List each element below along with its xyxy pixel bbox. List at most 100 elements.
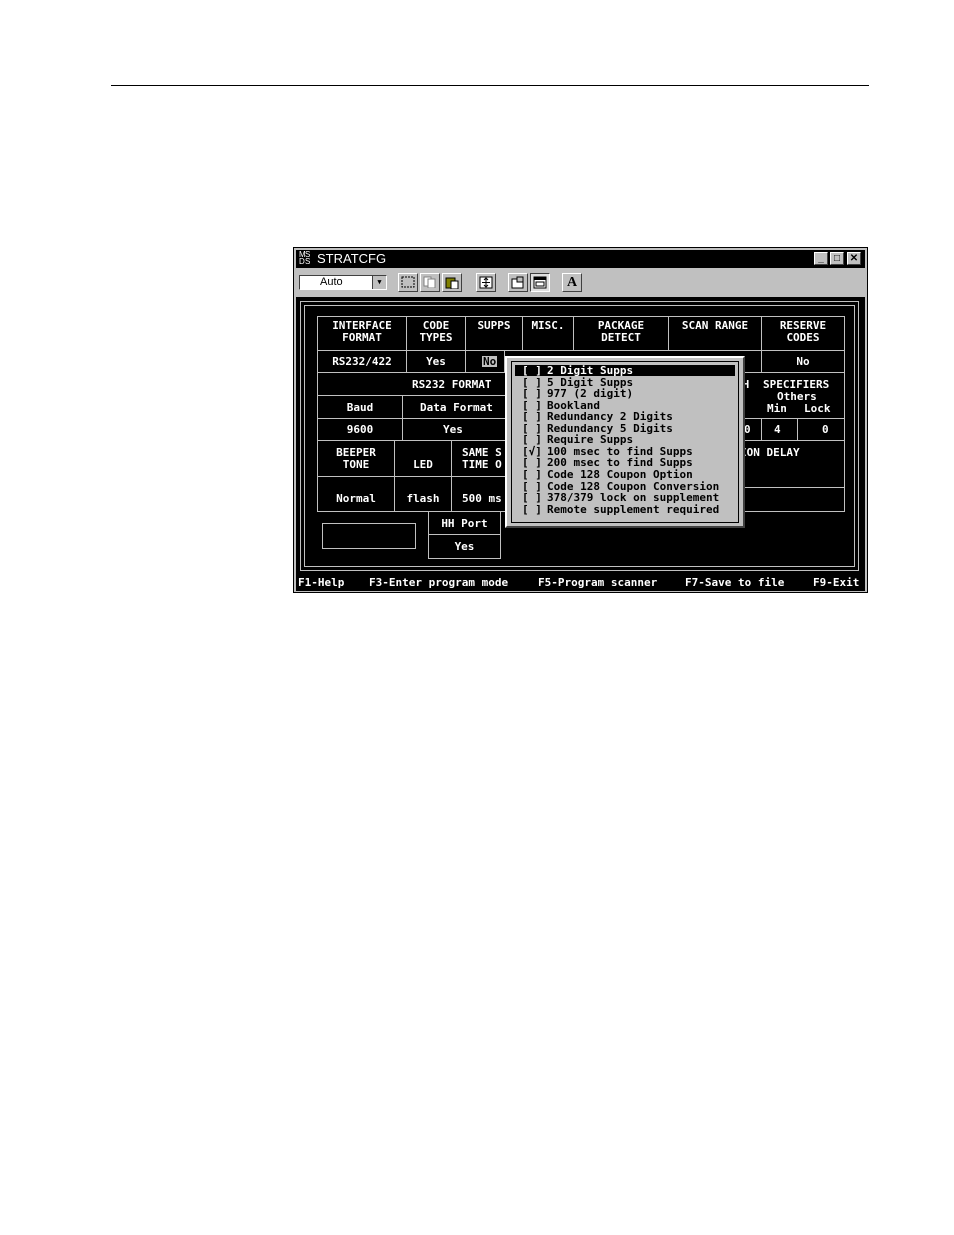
mark-button[interactable] (398, 273, 418, 292)
checkbox[interactable]: [ ] (515, 504, 547, 515)
toolbar: Auto ▼ A (296, 270, 865, 296)
popup-list: [ ] 2 Digit Supps [ ] 5 Digit Supps [ ] 977… (511, 361, 739, 523)
specifiers-title: SPECIFIERS (763, 378, 830, 391)
msdos-app-icon[interactable]: M S D S (299, 251, 313, 266)
delay-value-cell[interactable] (739, 487, 845, 512)
hh-port-value: Yes (454, 540, 475, 553)
others-label: Others (777, 390, 817, 403)
chevron-down-icon[interactable]: ▼ (372, 276, 386, 289)
lock-value: 0 (822, 423, 829, 436)
delay-fragment: ION DELAY (740, 446, 800, 459)
led-value-cell[interactable]: flash (394, 476, 452, 512)
data-format-value-cell[interactable]: Yes (402, 418, 507, 441)
baud-value: 9600 (346, 423, 374, 436)
checkbox[interactable]: [ ] (515, 434, 547, 445)
font-button[interactable]: A (562, 273, 582, 292)
min-value-cell[interactable]: 4 (761, 418, 798, 441)
delay-header: ION DELAY (739, 440, 845, 488)
header-text: RESERVE (779, 319, 827, 332)
header-text: CODE (422, 319, 450, 332)
popup-option[interactable]: [ ] 378/379 lock on supplement (515, 492, 735, 503)
f9-exit-key[interactable]: F9-Exit (813, 577, 859, 588)
background-button[interactable] (530, 273, 550, 292)
header-text: MISC. (531, 319, 565, 332)
popup-option[interactable]: [ ] Redundancy 2 Digits (515, 411, 735, 422)
option-label: Remote supplement required (547, 503, 720, 516)
f1-help-key[interactable]: F1-Help (298, 577, 344, 588)
header-text: DETECT (601, 331, 641, 344)
font-size-select[interactable]: Auto ▼ (299, 275, 387, 290)
copy-button[interactable] (420, 273, 440, 292)
f5-program-scanner-key[interactable]: F5-Program scanner (538, 577, 657, 588)
maximize-button[interactable]: □ (830, 252, 844, 265)
header-text: CODES (786, 331, 820, 344)
checkbox[interactable]: [ ] (515, 365, 547, 376)
supps-value-cell[interactable]: No (465, 350, 505, 373)
checkbox[interactable]: [ ] (515, 388, 547, 399)
checkbox[interactable]: [ ] (515, 457, 547, 468)
header-text: SCAN RANGE (681, 319, 749, 332)
misc-header: MISC. (522, 316, 574, 351)
minimize-button[interactable]: _ (814, 252, 828, 265)
popup-option[interactable]: [ ] 200 msec to find Supps (515, 457, 735, 468)
interface-format-value-cell[interactable]: RS232/422 (317, 350, 407, 373)
f7-save-key[interactable]: F7-Save to file (685, 577, 784, 588)
hh-port-label: HH Port (441, 517, 488, 530)
header-text: SAME S (462, 446, 502, 459)
data-format-header: Data Format (402, 395, 507, 419)
beeper-tone-value-cell[interactable]: Normal (317, 476, 395, 512)
paste-icon (445, 277, 459, 290)
same-symbol-value: 500 ms (462, 492, 502, 505)
properties-button[interactable] (508, 273, 528, 292)
lock-label: Lock (804, 402, 831, 415)
header-text: INTERFACE (332, 319, 392, 332)
rs232-format-header: RS232 FORMAT (317, 372, 507, 396)
rs232-format-title: RS232 FORMAT (412, 378, 492, 391)
baud-value-cell[interactable]: 9600 (317, 418, 403, 441)
app-icon-letter: D (299, 257, 305, 266)
checkbox[interactable]: [ ] (515, 492, 547, 503)
popup-option[interactable]: [ ] Remote supplement required (515, 504, 735, 515)
package-detect-header: PACKAGE DETECT (573, 316, 669, 351)
popup-option[interactable]: [ ] 2 Digit Supps (515, 365, 735, 376)
code-types-header: CODE TYPES (406, 316, 466, 351)
header-text: PACKAGE (597, 319, 645, 332)
hh-port-value-cell[interactable]: Yes (428, 534, 501, 559)
checkbox[interactable]: [ ] (515, 469, 547, 480)
scan-range-header: SCAN RANGE (668, 316, 762, 351)
f3-program-mode-key[interactable]: F3-Enter program mode (369, 577, 508, 588)
popup-option[interactable]: [ ] 977 (2 digit) (515, 388, 735, 399)
header-text: TYPES (419, 331, 453, 344)
fullscreen-icon (479, 276, 493, 289)
supps-value: No (482, 355, 498, 368)
font-size-value: Auto (320, 276, 343, 288)
led-header: LED (394, 440, 452, 477)
fullscreen-button[interactable] (476, 273, 496, 292)
length-specifiers-header: TH SPECIFIERS Others Min Lock (736, 372, 845, 419)
blank-field (322, 523, 416, 549)
data-format-value: Yes (443, 423, 463, 436)
popup-option[interactable]: [ ] Require Supps (515, 434, 735, 445)
close-button[interactable]: ✕ (847, 252, 861, 265)
paste-button[interactable] (442, 273, 462, 292)
dos-console-screen: INTERFACE FORMAT CODE TYPES SUPPS MISC. … (296, 297, 865, 591)
mark-icon (401, 276, 415, 288)
reserve-codes-value: No (796, 355, 810, 368)
baud-label: Baud (346, 401, 374, 414)
title-bar[interactable]: M S D S STRATCFG _ □ ✕ (296, 250, 865, 268)
lock-value-cell[interactable]: 0 (797, 418, 845, 441)
function-key-bar: F1-Help F3-Enter program mode F5-Program… (296, 573, 865, 591)
supps-options-popup: [ ] 2 Digit Supps [ ] 5 Digit Supps [ ] 977… (505, 356, 745, 528)
supps-header: SUPPS (465, 316, 523, 351)
reserve-codes-header: RESERVE CODES (761, 316, 845, 351)
reserve-codes-value-cell[interactable]: No (761, 350, 845, 373)
same-symbol-value-cell[interactable]: 500 ms (451, 476, 507, 512)
min-value: 4 (774, 423, 781, 436)
hh-port-header: HH Port (428, 511, 501, 535)
background-icon (533, 276, 547, 289)
app-icon-letter: S (305, 257, 311, 266)
checkbox[interactable]: [ ] (515, 411, 547, 422)
code-types-value-cell[interactable]: Yes (406, 350, 466, 373)
header-text: FORMAT (342, 331, 382, 344)
popup-option[interactable]: [ ] Code 128 Coupon Option (515, 469, 735, 480)
